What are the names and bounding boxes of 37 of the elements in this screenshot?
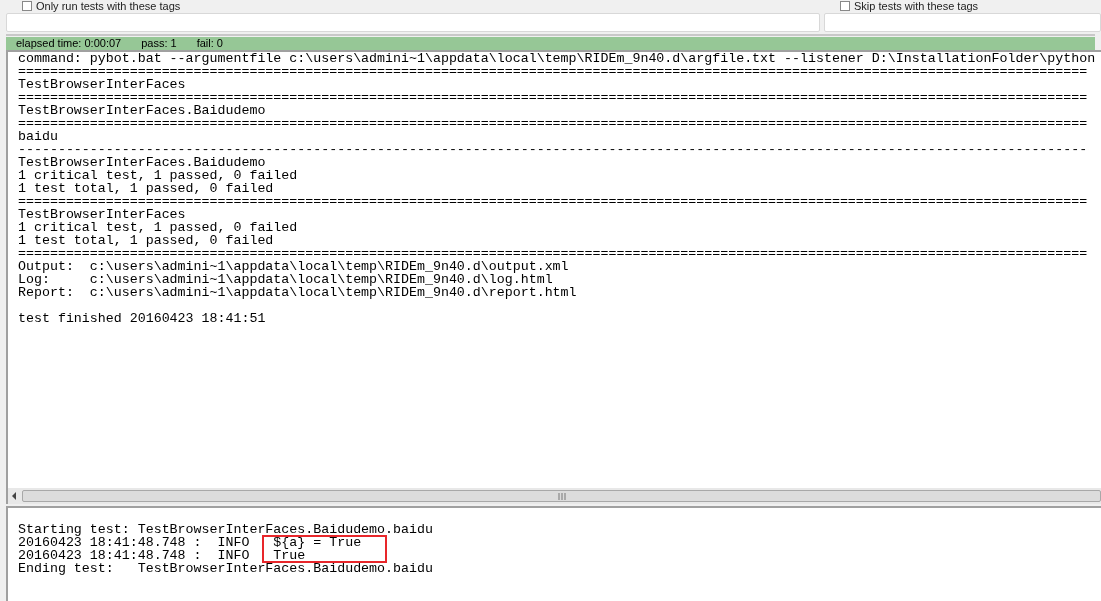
- checkbox-label: Skip tests with these tags: [854, 0, 979, 12]
- console-line: 1 test total, 1 passed, 0 failed: [18, 182, 274, 195]
- tags-field[interactable]: [6, 13, 820, 32]
- grip-icon: [557, 492, 566, 500]
- console-line: TestBrowserInterFaces.Baidudemo: [18, 156, 266, 169]
- console-line: --------------------------------------------------------------------------------------------------------------------------------------: [18, 143, 1088, 156]
- console-line: ======================================================================================================================================: [18, 247, 1088, 260]
- message-line: 20160423 18:41:48.748 : INFO True: [18, 549, 306, 562]
- console-line: 1 test total, 1 passed, 0 failed: [18, 234, 274, 247]
- checkbox[interactable]: [840, 1, 850, 11]
- console-line: TestBrowserInterFaces.Baidudemo: [18, 104, 266, 117]
- console-line: Report: c:\users\admini~1\appdata\local\temp\RIDEm_9n40.d\report.html: [18, 286, 577, 299]
- console-line: test finished 20160423 18:41:51: [18, 312, 266, 325]
- horizontal-scrollbar[interactable]: [6, 488, 1101, 504]
- fail-count: fail: 0: [196, 38, 223, 49]
- tags-field[interactable]: [824, 13, 1101, 32]
- message-line: Ending test: TestBrowserInterFaces.Baidudemo.baidu: [18, 562, 433, 575]
- console-line: ======================================================================================================================================: [18, 195, 1088, 208]
- console-line: ======================================================================================================================================: [18, 117, 1088, 130]
- console-line: command: pybot.bat --argumentfile c:\users\admini~1\appdata\local\temp\RIDEm_9n40.d\argfile.txt --listener D:\InstallationFolder\python: [18, 52, 1096, 65]
- console-line: Log: c:\users\admini~1\appdata\local\temp\RIDEm_9n40.d\log.html: [18, 273, 553, 286]
- pass-count: pass: 1: [141, 38, 177, 49]
- console-line: TestBrowserInterFaces: [18, 208, 186, 221]
- checkbox[interactable]: [22, 1, 32, 11]
- message-line: 20160423 18:41:48.748 : INFO ${a} = True: [18, 536, 362, 549]
- console-line: 1 critical test, 1 passed, 0 failed: [18, 221, 298, 234]
- console-line: 1 critical test, 1 passed, 0 failed: [18, 169, 298, 182]
- console-line: Output: c:\users\admini~1\appdata\local\temp\RIDEm_9n40.d\output.xml: [18, 260, 569, 273]
- console-line: TestBrowserInterFaces: [18, 78, 186, 91]
- scrollbar-thumb[interactable]: [22, 490, 1101, 502]
- console-line: ======================================================================================================================================: [18, 91, 1088, 104]
- elapsed-time: elapsed time: 0:00:07: [16, 38, 122, 49]
- console-line: ======================================================================================================================================: [18, 65, 1088, 78]
- scroll-left-icon[interactable]: [10, 491, 18, 501]
- console-line: baidu: [18, 130, 58, 143]
- checkbox-label: Only run tests with these tags: [36, 0, 181, 12]
- message-line: Starting test: TestBrowserInterFaces.Baidudemo.baidu: [18, 523, 433, 536]
